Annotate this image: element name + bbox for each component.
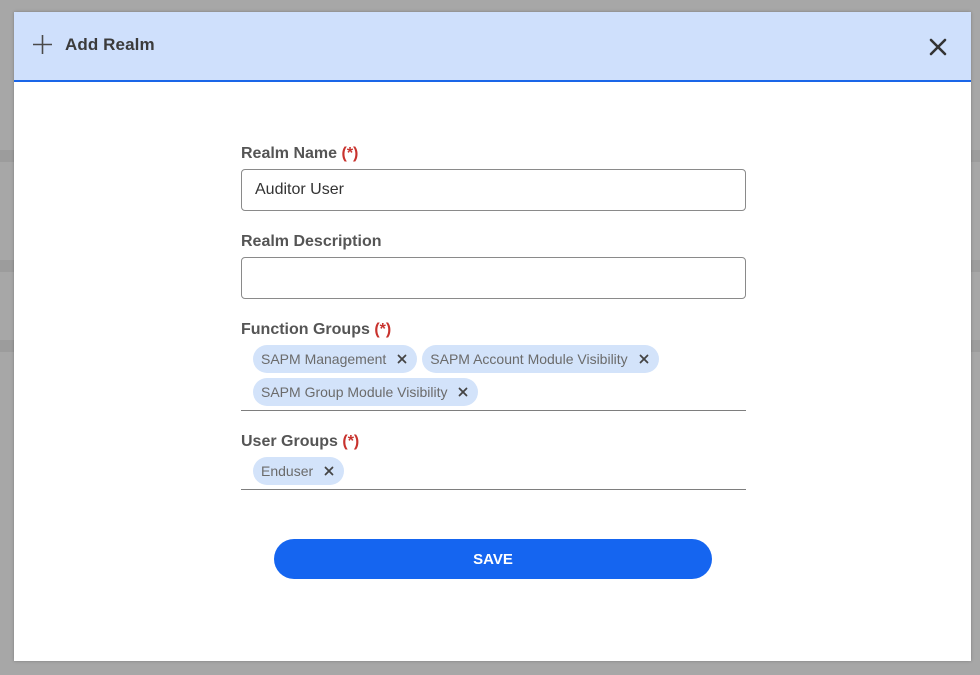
- user-groups-label: User Groups (*): [241, 431, 746, 453]
- function-groups-select[interactable]: SAPM Management SAPM Account Module Visi…: [241, 341, 746, 411]
- chip-label: SAPM Account Module Visibility: [430, 351, 628, 367]
- chip-row: SAPM Management SAPM Account Module Visi…: [253, 345, 746, 373]
- function-group-chip: SAPM Group Module Visibility: [253, 378, 479, 406]
- realm-description-group: Realm Description: [241, 231, 746, 299]
- realm-description-label-text: Realm Description: [241, 233, 382, 250]
- plus-icon: [33, 35, 52, 54]
- function-group-chip: SAPM Management: [253, 345, 418, 373]
- dialog-title: Add Realm: [65, 35, 155, 54]
- realm-name-label: Realm Name (*): [241, 143, 746, 165]
- function-groups-group: Function Groups (*) SAPM Management SAPM…: [241, 319, 746, 411]
- close-icon[interactable]: [396, 353, 408, 365]
- realm-name-label-text: Realm Name: [241, 145, 338, 162]
- function-group-chip: SAPM Account Module Visibility: [422, 345, 659, 373]
- chip-label: Enduser: [261, 463, 314, 479]
- add-realm-dialog: Add Realm Realm Name (*) Realm Descripti…: [14, 12, 971, 661]
- function-groups-label-text: Function Groups: [241, 321, 370, 338]
- required-marker: (*): [341, 145, 359, 162]
- chip-label: SAPM Management: [261, 351, 387, 367]
- user-groups-group: User Groups (*) Enduser: [241, 431, 746, 490]
- close-icon[interactable]: [457, 386, 469, 398]
- realm-description-input[interactable]: [241, 257, 746, 299]
- chip-label: SAPM Group Module Visibility: [261, 384, 448, 400]
- realm-name-input[interactable]: [241, 169, 746, 211]
- function-groups-label: Function Groups (*): [241, 319, 746, 341]
- dialog-header: Add Realm: [14, 12, 971, 82]
- realm-name-group: Realm Name (*): [241, 143, 746, 211]
- realm-description-label: Realm Description: [241, 231, 746, 253]
- required-marker: (*): [374, 321, 392, 338]
- close-icon[interactable]: [638, 353, 650, 365]
- user-group-chip: Enduser: [253, 457, 345, 485]
- user-groups-label-text: User Groups: [241, 433, 338, 450]
- chip-row: SAPM Group Module Visibility: [253, 378, 746, 406]
- user-groups-select[interactable]: Enduser: [241, 453, 746, 490]
- close-icon[interactable]: [323, 465, 335, 477]
- realm-form: Realm Name (*) Realm Description Functio…: [241, 143, 746, 490]
- close-icon[interactable]: [928, 37, 948, 57]
- chip-row: Enduser: [253, 457, 746, 485]
- required-marker: (*): [342, 433, 360, 450]
- save-button[interactable]: SAVE: [274, 539, 712, 579]
